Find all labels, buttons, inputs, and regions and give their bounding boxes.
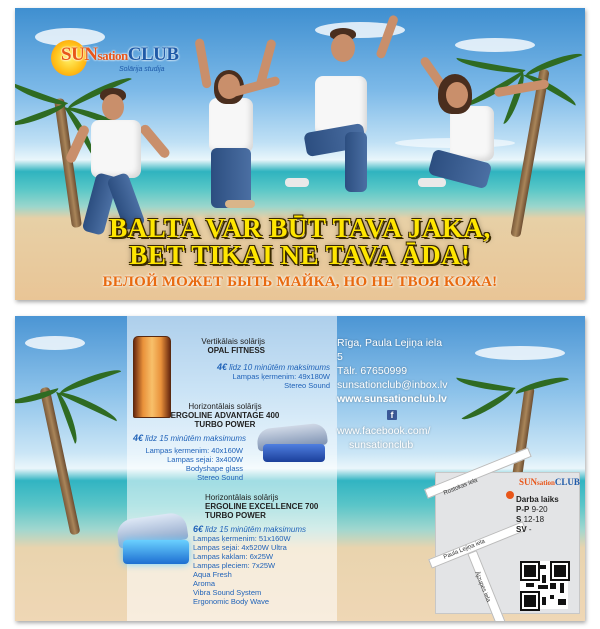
jumping-person (410, 48, 550, 208)
horizontal-solarium-image (256, 420, 329, 466)
facebook-icon: f (387, 410, 397, 420)
address: Rīga, Paula Lejiņa iela 5 (337, 337, 443, 363)
cloud (475, 346, 565, 360)
facebook-link[interactable]: www.facebook.com/ (337, 424, 447, 438)
palm-frond (57, 365, 122, 394)
solarium-3-specs: 6€ līdz 15 minūtēm maksimums Lampas ķerm… (193, 524, 307, 607)
jumping-person (225, 14, 405, 198)
headline-russian: БЕЛОЙ МОЖЕТ БЫТЬ МАЙКА, НО НЕ ТВОЯ КОЖА! (102, 274, 498, 290)
solarium-2-spec-list: Lampas ķermenim: 40x160W Lampas sejai: 3… (145, 446, 243, 482)
solarium-1-info: Vertikālais solārijs OPAL FITNESS (201, 337, 265, 355)
palm-frond (514, 373, 569, 394)
brand-logo: SUNsationCLUB Solārija studija (49, 32, 199, 80)
map-road (467, 550, 508, 621)
facebook-link-handle: sunsationclub (349, 439, 414, 451)
logo-wordmark: SUNsationCLUB (61, 44, 179, 65)
website-link[interactable]: www.sunsationclub.lv (337, 392, 447, 406)
phone-number: Tālr. 67650999 (337, 365, 408, 377)
solarium-3-info: Horizontālais solārijs ERGOLINE EXCELLEN… (205, 493, 319, 520)
map-logo: SUNsationCLUB (519, 477, 580, 487)
map-road (424, 447, 532, 499)
location-map[interactable]: Rostokas iela Paula Lejiņa iela Ājzupes … (424, 447, 580, 621)
contact-info: Rīga, Paula Lejiņa iela 5 Tālr. 67650999… (337, 336, 447, 452)
palm-frond (461, 388, 517, 424)
headline-line-2: BET TIKAI NE TAVA ĀDA! (129, 240, 471, 270)
palm-trunk (39, 386, 81, 536)
location-pin-icon (506, 491, 514, 499)
email-link[interactable]: sunsationclub@inbox.lv (337, 378, 447, 392)
front-panel: SUNsationCLUB Solārija studija BALTA VAR… (15, 8, 585, 300)
solarium-1-specs: 4€ līdz 10 minūtēm maksimums Lampas ķerm… (216, 362, 330, 391)
back-panel: Vertikālais solārijs OPAL FITNESS 4€ līd… (15, 316, 585, 621)
horizontal-solarium-image (115, 511, 193, 570)
logo-tagline: Solārija studija (119, 66, 165, 73)
opening-hours: Darba laiks P-P 9-20 S 12-18 SV - (516, 495, 559, 534)
qr-code-icon[interactable] (520, 561, 570, 611)
cloud (25, 336, 85, 350)
